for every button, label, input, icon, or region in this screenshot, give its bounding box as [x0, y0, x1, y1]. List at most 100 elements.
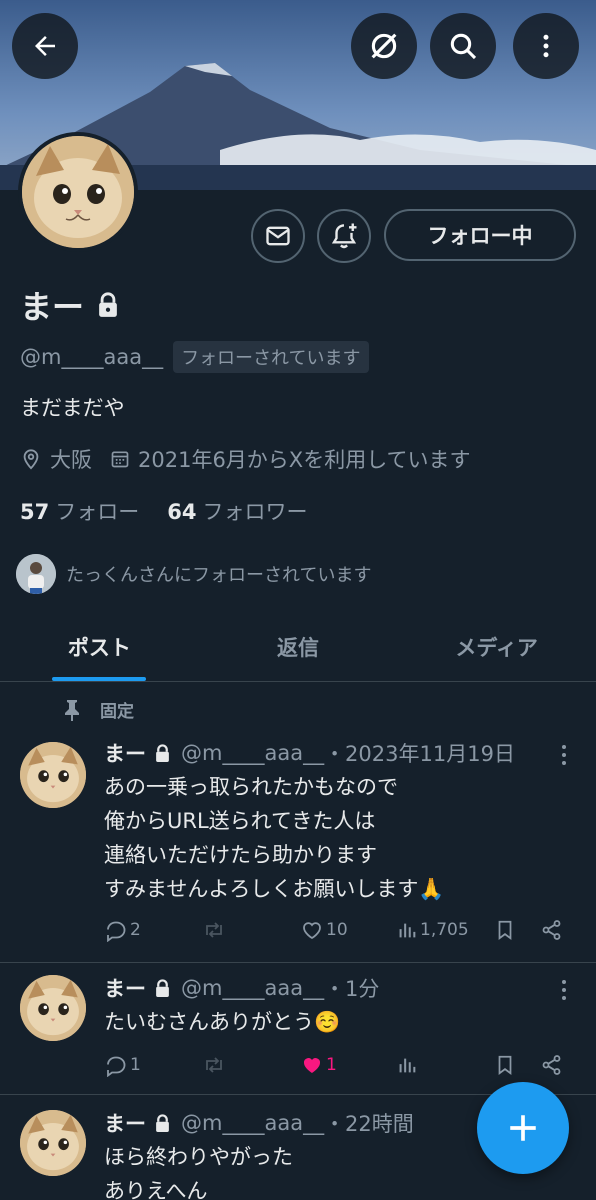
following-button[interactable]: フォロー中 [384, 209, 576, 261]
tab-media-label: メディア [455, 635, 538, 660]
following-label: フォロー [55, 500, 140, 524]
grok-icon [371, 33, 397, 59]
share-icon [542, 920, 561, 940]
back-arrow-icon [35, 36, 55, 56]
post-time[interactable]: ・22時間 [324, 1108, 414, 1138]
following-count: 57 [20, 500, 50, 524]
reply-count: 1 [130, 1055, 141, 1075]
post-handle[interactable]: @m____aaa__ [181, 1111, 324, 1135]
lock-icon [99, 292, 117, 317]
search-button[interactable] [430, 13, 496, 79]
share-icon [542, 1055, 561, 1075]
views-button[interactable]: 1,705 [396, 919, 469, 941]
post-author-name[interactable]: まー [104, 1108, 146, 1138]
post-header: まー @m____aaa__ ・2023年11月19日 [104, 738, 515, 768]
views-button[interactable] [396, 1054, 418, 1076]
post-body: ほら終わりやがった ありえへん [104, 1140, 293, 1200]
profile-counts: 57 フォロー 64 フォロワー [20, 496, 307, 526]
like-button[interactable]: 1 [300, 1053, 337, 1077]
notify-button[interactable] [317, 209, 371, 263]
followers-count: 64 [167, 500, 197, 524]
reply-button[interactable]: 2 [104, 918, 141, 942]
more-vertical-icon[interactable] [554, 742, 574, 768]
post-line: すみませんよろしくお願いします🙏 [104, 877, 445, 901]
follower-avatar [16, 554, 56, 594]
post-author-name[interactable]: まー [104, 973, 146, 1003]
profile-avatar[interactable] [18, 132, 138, 252]
post-avatar[interactable] [20, 1110, 86, 1176]
post-time[interactable]: ・1分 [324, 973, 379, 1003]
post-avatar[interactable] [20, 975, 86, 1041]
view-count: 1,705 [420, 920, 469, 940]
more-vertical-icon [543, 34, 549, 58]
location-icon [23, 449, 39, 470]
profile-location: 大阪 [50, 448, 92, 472]
post-item[interactable]: まー @m____aaa__ ・1分 たいむさんありがとう☺️ 1 1 [0, 963, 596, 1095]
reply-count: 2 [130, 920, 141, 940]
bookmark-button[interactable] [494, 1053, 516, 1077]
like-button[interactable]: 10 [300, 918, 348, 942]
post-body: あの一乗っ取られたかもなので 俺からURL送られてきた人は 連絡いただけたら助か… [104, 770, 445, 906]
post-avatar[interactable] [20, 742, 86, 808]
lock-icon [156, 978, 169, 997]
tab-posts[interactable]: ポスト [0, 612, 199, 681]
followed-by-row[interactable]: たっくんさんにフォローされています [16, 554, 371, 594]
like-count: 10 [326, 920, 348, 940]
bookmark-icon [498, 1055, 512, 1075]
followers-link[interactable]: 64 フォロワー [167, 496, 307, 526]
plus-icon [510, 1115, 536, 1141]
post-handle[interactable]: @m____aaa__ [181, 976, 324, 1000]
message-button[interactable] [251, 209, 305, 263]
reply-button[interactable]: 1 [104, 1053, 141, 1077]
repost-icon [206, 922, 222, 938]
like-count: 1 [326, 1055, 337, 1075]
heart-icon [303, 922, 321, 940]
more-button[interactable] [513, 13, 579, 79]
repost-button[interactable] [202, 1053, 226, 1077]
share-button[interactable] [540, 1053, 564, 1077]
views-icon [399, 1058, 416, 1073]
profile-handle: @m____aaa__ [20, 345, 164, 369]
compose-button[interactable] [477, 1082, 569, 1174]
reply-icon [107, 921, 126, 942]
profile-name: まー [20, 282, 120, 328]
follows-you-badge: フォローされています [173, 341, 369, 373]
handle-row: @m____aaa__ フォローされています [20, 341, 369, 373]
post-time[interactable]: ・2023年11月19日 [324, 738, 515, 768]
following-button-label: フォロー中 [427, 224, 533, 248]
bookmark-icon [498, 920, 512, 940]
post-header: まー @m____aaa__ ・22時間 [104, 1108, 414, 1138]
post-author-name[interactable]: まー [104, 738, 146, 768]
search-icon [450, 33, 477, 60]
tab-replies-label: 返信 [277, 635, 319, 660]
tab-replies[interactable]: 返信 [199, 612, 398, 681]
post-actions: 2 10 1,705 [104, 915, 574, 945]
followers-label: フォロワー [202, 500, 308, 524]
share-button[interactable] [540, 918, 564, 942]
post-actions: 1 1 [104, 1050, 574, 1080]
post-line: ほら終わりやがった [104, 1145, 293, 1169]
pinned-indicator: 固定 [62, 697, 134, 722]
followed-by-text: たっくんさんにフォローされています [66, 565, 372, 586]
post-body: たいむさんありがとう☺️ [104, 1005, 340, 1039]
profile-joined: 2021年6月からXを利用しています [138, 448, 471, 472]
bookmark-button[interactable] [494, 918, 516, 942]
post-item[interactable]: まー @m____aaa__ ・2023年11月19日 あの一乗っ取られたかもな… [0, 730, 596, 963]
more-vertical-icon[interactable] [554, 977, 574, 1003]
pin-icon [65, 699, 79, 721]
repost-button[interactable] [202, 918, 226, 942]
views-icon [399, 923, 416, 938]
grok-button[interactable] [351, 13, 417, 79]
post-line: たいむさんありがとう☺️ [104, 1010, 341, 1034]
following-link[interactable]: 57 フォロー [20, 496, 139, 526]
profile-tabs: ポスト 返信 メディア [0, 612, 596, 682]
calendar-icon [111, 451, 129, 468]
post-handle[interactable]: @m____aaa__ [181, 741, 324, 765]
pinned-label: 固定 [100, 702, 134, 722]
post-line: 連絡いただけたら助かります [104, 843, 377, 867]
tab-media[interactable]: メディア [397, 612, 596, 681]
repost-icon [206, 1057, 222, 1073]
tab-posts-label: ポスト [67, 635, 131, 660]
post-line: あの一乗っ取られたかもなので [104, 775, 398, 799]
back-button[interactable] [12, 13, 78, 79]
